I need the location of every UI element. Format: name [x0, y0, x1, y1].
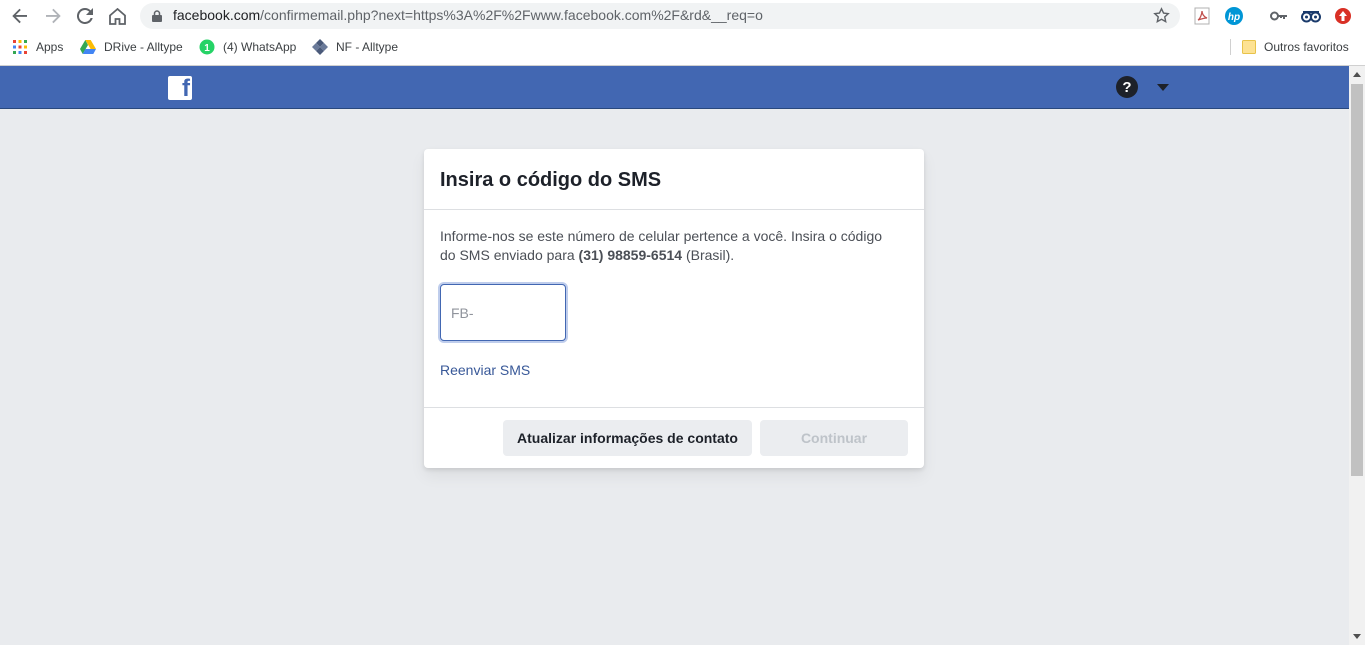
- google-drive-icon: [80, 40, 96, 54]
- reload-button[interactable]: [73, 4, 97, 28]
- url-text[interactable]: facebook.com/confirmemail.php?next=https…: [173, 7, 763, 23]
- facebook-logo-letter: f: [182, 76, 190, 100]
- forward-arrow-icon: [46, 8, 61, 24]
- browser-chrome: facebook.com/confirmemail.php?next=https…: [0, 0, 1365, 66]
- forward-button[interactable]: [41, 4, 65, 28]
- pdf-extension-button[interactable]: [1191, 5, 1213, 27]
- description-suffix: (Brasil).: [682, 247, 735, 263]
- back-button[interactable]: [8, 4, 32, 28]
- apps-grid-icon: [12, 39, 28, 55]
- svg-text:1: 1: [204, 43, 210, 54]
- key-icon: [1270, 11, 1287, 21]
- home-button[interactable]: [105, 4, 129, 28]
- tripadvisor-icon: [1301, 11, 1321, 23]
- reload-icon: [77, 8, 93, 24]
- resend-sms-link[interactable]: Reenviar SMS: [440, 362, 530, 378]
- facebook-logo-icon[interactable]: f: [168, 76, 192, 100]
- bookmark-other-favorites[interactable]: Outros favoritos: [1242, 38, 1349, 56]
- bookmark-star-icon[interactable]: [1153, 7, 1170, 24]
- hp-extension-button[interactable]: hp: [1223, 5, 1245, 27]
- back-arrow-icon: [12, 8, 27, 24]
- bookmark-label: Apps: [36, 40, 64, 54]
- card-title: Insira o código do SMS: [440, 169, 662, 191]
- home-icon: [108, 7, 126, 25]
- account-menu-caret-icon[interactable]: [1157, 84, 1169, 91]
- bookmark-nf[interactable]: NF - Alltype: [312, 38, 398, 56]
- tripadvisor-extension-button[interactable]: [1300, 5, 1322, 27]
- help-icon[interactable]: ?: [1116, 76, 1138, 98]
- nf-diamond-icon: [312, 39, 328, 55]
- card-description: Informe-nos se este número de celular pe…: [440, 227, 900, 265]
- phone-number: (31) 98859-6514: [578, 247, 683, 263]
- bookmark-drive[interactable]: DRive - Alltype: [80, 38, 183, 56]
- bookmark-whatsapp[interactable]: 1 (4) WhatsApp: [199, 38, 296, 56]
- bookmark-label: NF - Alltype: [336, 40, 399, 54]
- scrollbar-thumb[interactable]: [1351, 84, 1363, 476]
- page-scrollbar[interactable]: [1349, 66, 1365, 645]
- bookmark-label: Outros favoritos: [1264, 40, 1349, 54]
- lock-icon: [152, 10, 162, 22]
- hp-icon: hp: [1225, 7, 1243, 25]
- bookmark-apps[interactable]: Apps: [12, 38, 63, 56]
- password-extension-button[interactable]: [1268, 5, 1290, 27]
- bookmark-label: DRive - Alltype: [104, 40, 183, 54]
- footer-divider: [424, 407, 924, 408]
- address-bar[interactable]: facebook.com/confirmemail.php?next=https…: [140, 3, 1180, 29]
- update-contact-info-button[interactable]: Atualizar informações de contato: [503, 420, 752, 456]
- bookmarks-separator: [1230, 39, 1231, 55]
- help-symbol: ?: [1122, 78, 1132, 96]
- header-divider: [424, 209, 924, 210]
- folder-icon: [1242, 40, 1256, 54]
- url-host: facebook.com: [173, 7, 261, 23]
- sms-confirmation-card: Insira o código do SMS Informe-nos se es…: [424, 149, 924, 468]
- scroll-up-arrow-icon[interactable]: [1353, 72, 1361, 77]
- continue-button[interactable]: Continuar: [760, 420, 908, 456]
- stop-extension-button[interactable]: [1332, 5, 1354, 27]
- browser-toolbar: facebook.com/confirmemail.php?next=https…: [0, 0, 1365, 32]
- pdf-icon: [1194, 7, 1210, 25]
- bookmarks-bar: Apps DRive - Alltype 1 (4) WhatsApp NF -…: [0, 34, 1365, 60]
- svg-text:hp: hp: [1228, 12, 1240, 23]
- whatsapp-icon: 1: [199, 39, 215, 55]
- url-path: /confirmemail.php?next=https%3A%2F%2Fwww…: [260, 7, 763, 23]
- stop-icon: [1335, 8, 1351, 24]
- sms-code-input[interactable]: [440, 284, 566, 341]
- bookmark-label: (4) WhatsApp: [223, 40, 297, 54]
- scroll-down-arrow-icon[interactable]: [1353, 634, 1361, 639]
- facebook-top-bar: f ?: [0, 66, 1349, 109]
